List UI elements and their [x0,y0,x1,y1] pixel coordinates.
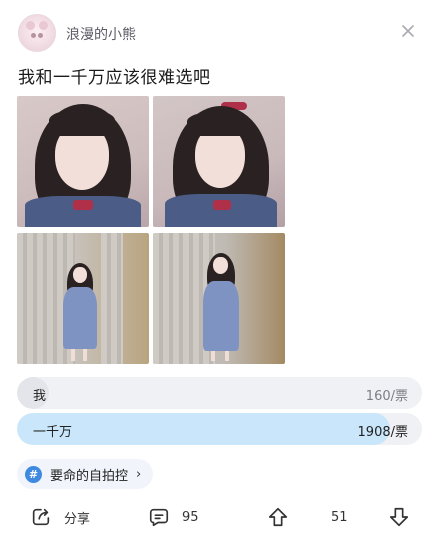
poll-bar [17,413,390,445]
photo-full-body-1[interactable] [17,233,149,364]
share-label: 分享 [64,511,91,527]
upvote-arrow-icon [268,507,288,527]
comment-icon [149,508,169,527]
comment-count: 95 [182,509,199,525]
poll-option-label: 我 [33,389,47,404]
hash-icon: # [25,465,42,483]
username[interactable]: 浪漫的小熊 [66,24,136,44]
poll-option-ten-million[interactable]: 一千万 1908/票 [17,413,422,445]
upvote-count: 51 [331,509,348,525]
poll-option-me[interactable]: 我 160/票 [17,377,422,409]
avatar-ear [26,21,35,30]
topic-tag[interactable]: # 要命的自拍控 › [17,459,154,489]
downvote-button[interactable] [388,503,410,531]
chevron-right-icon: › [136,466,142,482]
photo-selfie-2[interactable] [153,96,285,227]
comment-button[interactable]: 95 [148,503,199,531]
photo-selfie-1[interactable] [17,96,149,227]
action-bar: 分享 95 51 [0,503,430,533]
close-icon[interactable] [398,21,418,41]
poll-option-count: 1908/票 [357,425,408,440]
post-header: 浪漫的小熊 [18,14,418,52]
downvote-arrow-icon [389,507,409,527]
topic-name: 要命的自拍控 [50,468,129,484]
avatar-eye [38,33,43,38]
poll-option-label: 一千万 [33,425,73,440]
share-icon [32,508,50,526]
share-button[interactable]: 分享 [30,503,90,531]
photo-full-body-2[interactable] [153,233,285,364]
avatar-eye [31,33,36,38]
upvote-button[interactable] [267,503,289,531]
photo-grid [17,96,287,364]
avatar-ear [39,21,48,30]
poll-option-count: 160/票 [365,389,408,404]
post-title: 我和一千万应该很难选吧 [18,68,211,88]
avatar[interactable] [18,14,56,52]
